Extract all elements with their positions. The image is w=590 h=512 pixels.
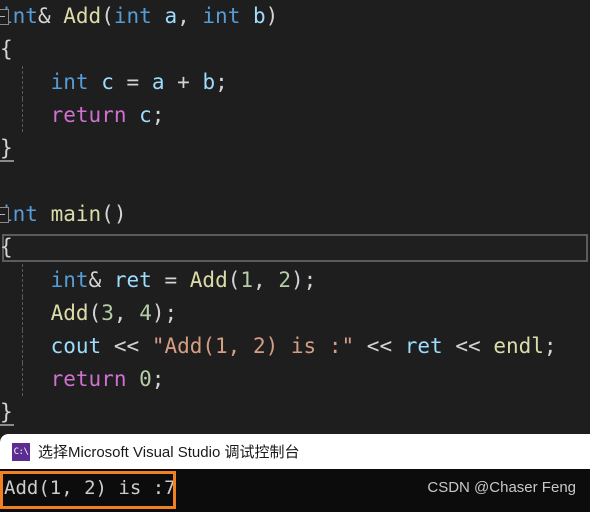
code-text: return c; [50, 103, 165, 127]
code-line[interactable]: cout << "Add(1, 2) is :" << ret << endl; [0, 330, 590, 363]
code-text: int& ret = Add(1, 2); [50, 268, 317, 292]
code-line[interactable]: int main() [0, 198, 590, 231]
code-line[interactable]: } [0, 132, 590, 165]
code-text: return 0; [50, 367, 165, 391]
code-text: } [0, 400, 13, 424]
console-title: 选择Microsoft Visual Studio 调试控制台 [38, 444, 300, 461]
code-editor[interactable]: int& Add(int a, int b) { int c = a + b; r… [0, 0, 590, 434]
code-text: int main() [0, 202, 127, 226]
code-text: int& Add(int a, int b) [0, 4, 279, 28]
code-text: cout << "Add(1, 2) is :" << ret << endl; [50, 334, 557, 358]
code-text: int c = a + b; [50, 70, 228, 94]
region-end-rule [0, 160, 14, 162]
code-line[interactable]: } [0, 396, 590, 429]
code-text: { [0, 37, 13, 61]
code-line[interactable]: int& ret = Add(1, 2); [0, 264, 590, 297]
code-line[interactable]: return c; [0, 99, 590, 132]
console-titlebar[interactable]: C:\ 选择Microsoft Visual Studio 调试控制台 [0, 434, 590, 469]
region-end-rule [0, 424, 14, 426]
watermark-text: CSDN @Chaser Feng [427, 479, 576, 496]
code-line[interactable]: Add(3, 4); [0, 297, 590, 330]
code-line[interactable]: int c = a + b; [0, 66, 590, 99]
code-line[interactable] [0, 165, 590, 198]
code-line[interactable]: return 0; [0, 363, 590, 396]
code-text: Add(3, 4); [50, 301, 178, 325]
code-line[interactable]: { [0, 231, 590, 264]
code-text: { [0, 235, 13, 259]
collapse-region-icon[interactable] [0, 9, 9, 25]
current-line-highlight [2, 234, 588, 262]
collapse-region-icon[interactable] [0, 207, 9, 223]
console-body: Add(1, 2) is :7 CSDN @Chaser Feng [0, 469, 590, 512]
console-window[interactable]: C:\ 选择Microsoft Visual Studio 调试控制台 Add(… [0, 434, 590, 512]
code-line[interactable]: { [0, 33, 590, 66]
code-text: } [0, 136, 13, 160]
console-output-text: Add(1, 2) is :7 [4, 477, 176, 499]
code-line[interactable]: int& Add(int a, int b) [0, 0, 590, 33]
console-app-icon: C:\ [12, 442, 30, 461]
